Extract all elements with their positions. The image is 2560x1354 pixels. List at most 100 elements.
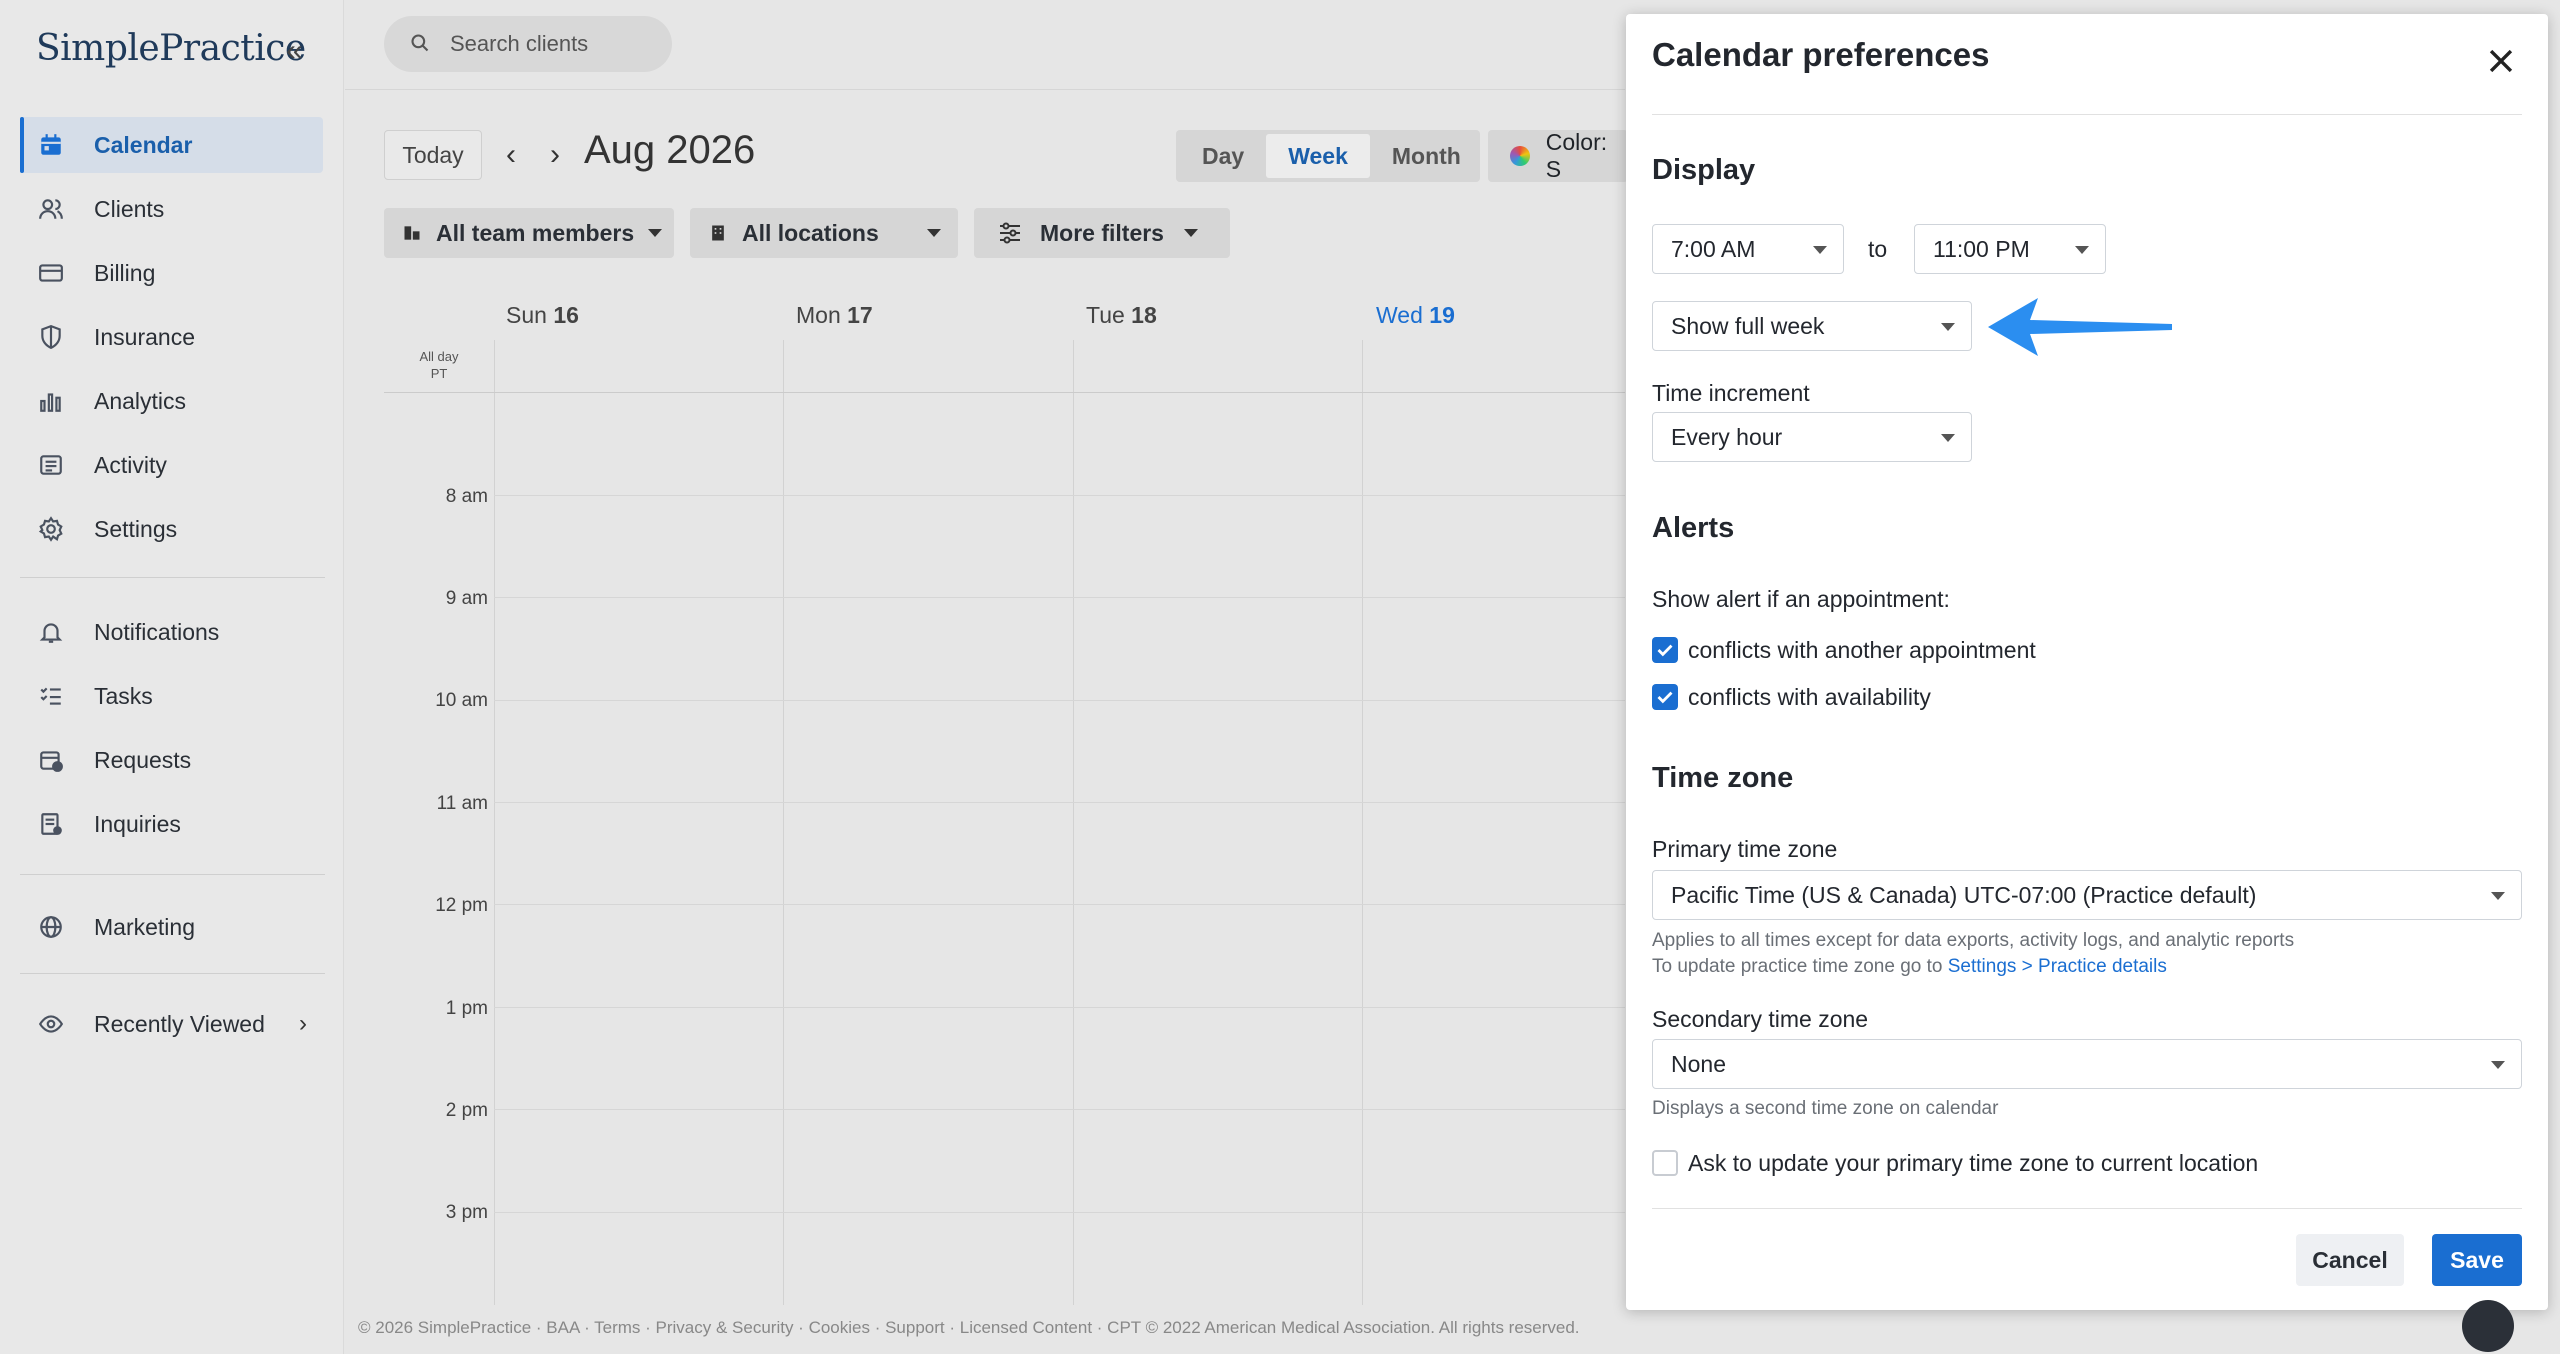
analytics-icon (36, 386, 66, 416)
view-day-tab[interactable]: Day (1180, 134, 1266, 178)
grid-line (1362, 340, 1363, 1305)
chevron-down-icon (926, 229, 941, 237)
sidebar-item-insurance[interactable]: Insurance (20, 309, 323, 365)
chevron-down-icon (1941, 323, 1955, 331)
team-filter-button[interactable]: All team members (384, 208, 674, 258)
drawer-title: Calendar preferences (1652, 36, 1990, 73)
search-placeholder: Search clients (450, 31, 589, 56)
ask-update-timezone-checkbox[interactable] (1652, 1150, 1678, 1176)
alerts-heading: Alerts (1652, 512, 1735, 544)
view-switch: Day Week Month (1176, 130, 1480, 182)
annotation-arrow-icon (1988, 298, 2172, 356)
requests-icon (36, 745, 66, 775)
footer: © 2026 SimplePractice · BAA · Terms · Pr… (358, 1318, 1580, 1337)
view-week-tab[interactable]: Week (1266, 134, 1370, 178)
sidebar-item-settings[interactable]: Settings (20, 501, 323, 557)
sidebar-item-label: Calendar (94, 131, 193, 158)
display-heading: Display (1652, 154, 1756, 186)
sidebar-item-tasks[interactable]: Tasks (20, 668, 323, 724)
help-chat-icon[interactable] (2462, 1300, 2514, 1352)
start-time-select[interactable]: 7:00 AM (1652, 224, 1844, 274)
ask-update-timezone-label: Ask to update your primary time zone to … (1688, 1150, 2259, 1176)
inquiries-icon (36, 809, 66, 839)
globe-icon (36, 912, 66, 942)
week-mode-select[interactable]: Show full week (1652, 301, 1972, 351)
sidebar-item-label: Notifications (94, 618, 220, 645)
day-header-sun[interactable]: Sun 16 (506, 302, 579, 329)
end-time-select[interactable]: 11:00 PM (1914, 224, 2106, 274)
practice-details-link[interactable]: Settings > Practice details (1948, 956, 2167, 977)
sidebar-item-calendar[interactable]: Calendar (20, 117, 323, 173)
chevron-down-icon (2491, 892, 2505, 900)
sidebar-divider (20, 973, 325, 974)
sidebar-item-label: Activity (94, 451, 167, 478)
sidebar-divider (20, 874, 325, 875)
time-increment-label: Time increment (1652, 380, 1810, 406)
grid-line (1073, 340, 1074, 1305)
sidebar-item-activity[interactable]: Activity (20, 437, 323, 493)
sidebar-item-label: Recently Viewed (94, 1010, 265, 1037)
chevron-down-icon (1183, 229, 1198, 237)
sidebar-divider (20, 577, 325, 578)
allday-divider (384, 392, 1625, 393)
sliders-icon (998, 222, 1020, 244)
eye-icon (36, 1009, 66, 1039)
primary-timezone-help: Applies to all times except for data exp… (1652, 930, 2295, 951)
clients-icon (36, 194, 66, 224)
sidebar-item-label: Analytics (94, 387, 187, 414)
prev-week-icon[interactable]: ‹ (506, 138, 516, 172)
sidebar-item-billing[interactable]: Billing (20, 245, 323, 301)
hour-label: 10 am (435, 690, 488, 711)
conflict-appointment-checkbox[interactable] (1652, 637, 1678, 663)
sidebar-item-marketing[interactable]: Marketing (20, 899, 323, 955)
close-icon[interactable] (2484, 44, 2520, 80)
sidebar-item-label: Marketing (94, 913, 195, 940)
day-header-tue[interactable]: Tue 18 (1086, 302, 1157, 329)
more-filters-label: More filters (1040, 219, 1164, 246)
time-increment-select[interactable]: Every hour (1652, 412, 1972, 462)
hour-label: 9 am (445, 588, 488, 609)
sidebar-item-recently-viewed[interactable]: Recently Viewed › (20, 996, 323, 1052)
grid-line (494, 495, 1625, 496)
primary-timezone-select[interactable]: Pacific Time (US & Canada) UTC-07:00 (Pr… (1652, 870, 2522, 920)
location-filter-button[interactable]: All locations (690, 208, 958, 258)
secondary-timezone-label: Secondary time zone (1652, 1006, 1869, 1032)
cancel-button[interactable]: Cancel (2296, 1234, 2404, 1286)
save-button[interactable]: Save (2432, 1234, 2522, 1286)
bell-icon (36, 617, 66, 647)
secondary-timezone-select[interactable]: None (1652, 1039, 2522, 1089)
sidebar-item-label: Tasks (94, 682, 153, 709)
sidebar-item-label: Inquiries (94, 810, 181, 837)
tasks-icon (36, 681, 66, 711)
grid-line (494, 904, 1625, 905)
today-button[interactable]: Today (384, 130, 482, 180)
sidebar-item-notifications[interactable]: Notifications (20, 604, 323, 660)
sidebar-item-label: Insurance (94, 323, 196, 350)
sidebar-item-label: Requests (94, 746, 192, 773)
calendar-grid: Sun 16 Mon 17 Tue 18 Wed 19 All day PT 8… (384, 290, 1625, 1305)
hour-label: 12 pm (435, 895, 488, 916)
secondary-timezone-help: Displays a second time zone on calendar (1652, 1098, 1999, 1119)
next-week-icon[interactable]: › (550, 138, 560, 172)
sidebar-item-requests[interactable]: Requests (20, 732, 323, 788)
sidebar-item-inquiries[interactable]: Inquiries (20, 796, 323, 852)
day-header-mon[interactable]: Mon 17 (796, 302, 873, 329)
conflict-availability-checkbox[interactable] (1652, 684, 1678, 710)
color-button[interactable]: Color: S (1488, 129, 1628, 182)
grid-line (494, 1007, 1625, 1008)
more-filters-button[interactable]: More filters (974, 208, 1230, 258)
chevron-down-icon (1813, 246, 1827, 254)
practice-timezone-help: To update practice time zone go to Setti… (1652, 956, 2167, 977)
day-header-wed[interactable]: Wed 19 (1376, 302, 1455, 329)
grid-line (494, 1109, 1625, 1110)
chevron-down-icon (648, 229, 663, 237)
sidebar-item-analytics[interactable]: Analytics (20, 373, 323, 429)
sidebar: SimplePractice « Calendar Clients Billin… (0, 0, 344, 1354)
search-input[interactable]: Search clients (384, 16, 672, 72)
grid-line (783, 340, 784, 1305)
grid-line (494, 597, 1625, 598)
collapse-sidebar-icon[interactable]: « (286, 36, 318, 68)
view-month-tab[interactable]: Month (1370, 134, 1483, 178)
logo: SimplePractice (36, 28, 306, 69)
sidebar-item-clients[interactable]: Clients (20, 181, 323, 237)
